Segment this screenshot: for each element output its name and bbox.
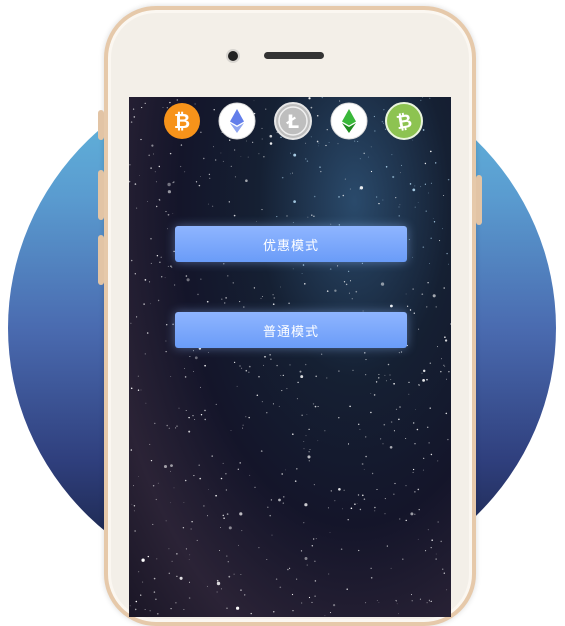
- phone-power-button: [476, 175, 482, 225]
- front-camera: [228, 51, 238, 61]
- bitcoin-cash-icon[interactable]: ₿: [385, 102, 423, 140]
- phone-volume-up: [98, 170, 104, 220]
- ethereum-classic-icon[interactable]: [330, 102, 368, 140]
- discount-mode-button[interactable]: 优惠模式: [175, 226, 407, 262]
- starfield-background: [129, 97, 451, 617]
- litecoin-icon[interactable]: Ł: [274, 102, 312, 140]
- earpiece-speaker: [264, 52, 324, 59]
- phone-mute-switch: [98, 110, 104, 140]
- bitcoin-symbol: ₿: [174, 109, 190, 133]
- ethereum-icon[interactable]: [218, 102, 256, 140]
- phone-volume-down: [98, 235, 104, 285]
- litecoin-symbol: Ł: [286, 111, 299, 133]
- phone-mockup: ₿ Ł ₿ 优惠模式 普通模式: [98, 6, 482, 626]
- coin-icon-row: ₿ Ł ₿: [129, 102, 451, 146]
- bitcoin-icon[interactable]: ₿: [163, 102, 201, 140]
- app-screen: ₿ Ł ₿ 优惠模式 普通模式: [129, 97, 451, 617]
- normal-mode-button[interactable]: 普通模式: [175, 312, 407, 348]
